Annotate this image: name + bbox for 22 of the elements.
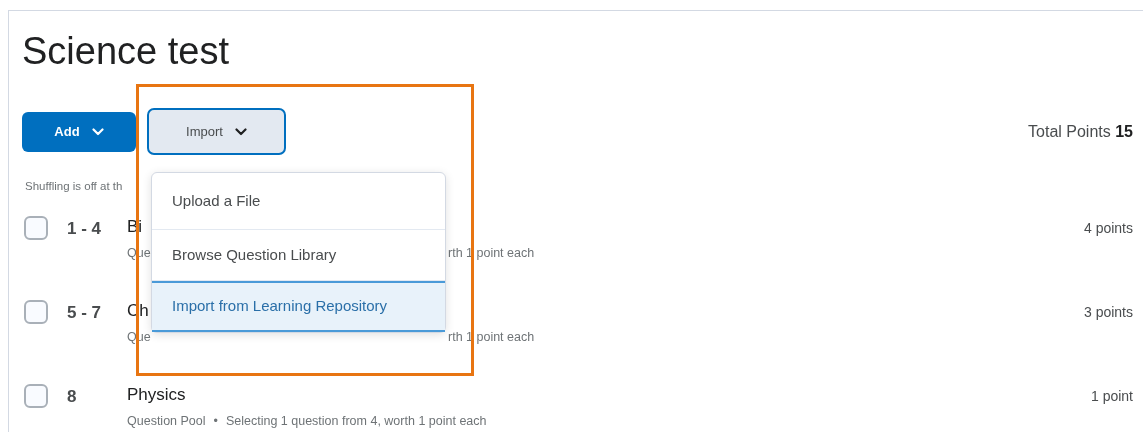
page-title: Science test xyxy=(22,29,229,73)
section-type: Question Pool xyxy=(127,413,206,430)
question-number: 1 - 4 xyxy=(67,219,102,238)
chevron-down-icon xyxy=(234,127,247,136)
section-title: Physics xyxy=(127,384,186,406)
bullet-separator: • xyxy=(213,413,218,430)
section-points: 3 points xyxy=(1083,303,1133,322)
question-number: 5 - 7 xyxy=(67,303,102,322)
question-number: 8 xyxy=(67,387,77,406)
import-button[interactable]: Import xyxy=(147,108,286,155)
chevron-down-icon xyxy=(91,127,104,136)
add-button[interactable]: Add xyxy=(22,111,136,152)
row-checkbox[interactable] xyxy=(24,384,48,408)
total-points: Total Points 15 xyxy=(1028,121,1133,142)
row-checkbox[interactable] xyxy=(24,300,48,324)
menu-item[interactable]: Upload a File xyxy=(152,173,445,230)
section-points: 4 points xyxy=(1083,219,1133,238)
shuffle-note: Shuffling is off at th xyxy=(25,179,123,194)
section-points: 1 point xyxy=(1090,387,1133,406)
section-details: Selecting 1 question from 4, worth 1 point each xyxy=(225,413,487,430)
row-checkbox[interactable] xyxy=(24,216,48,240)
menu-item[interactable]: Import from Learning Repository xyxy=(152,281,445,332)
